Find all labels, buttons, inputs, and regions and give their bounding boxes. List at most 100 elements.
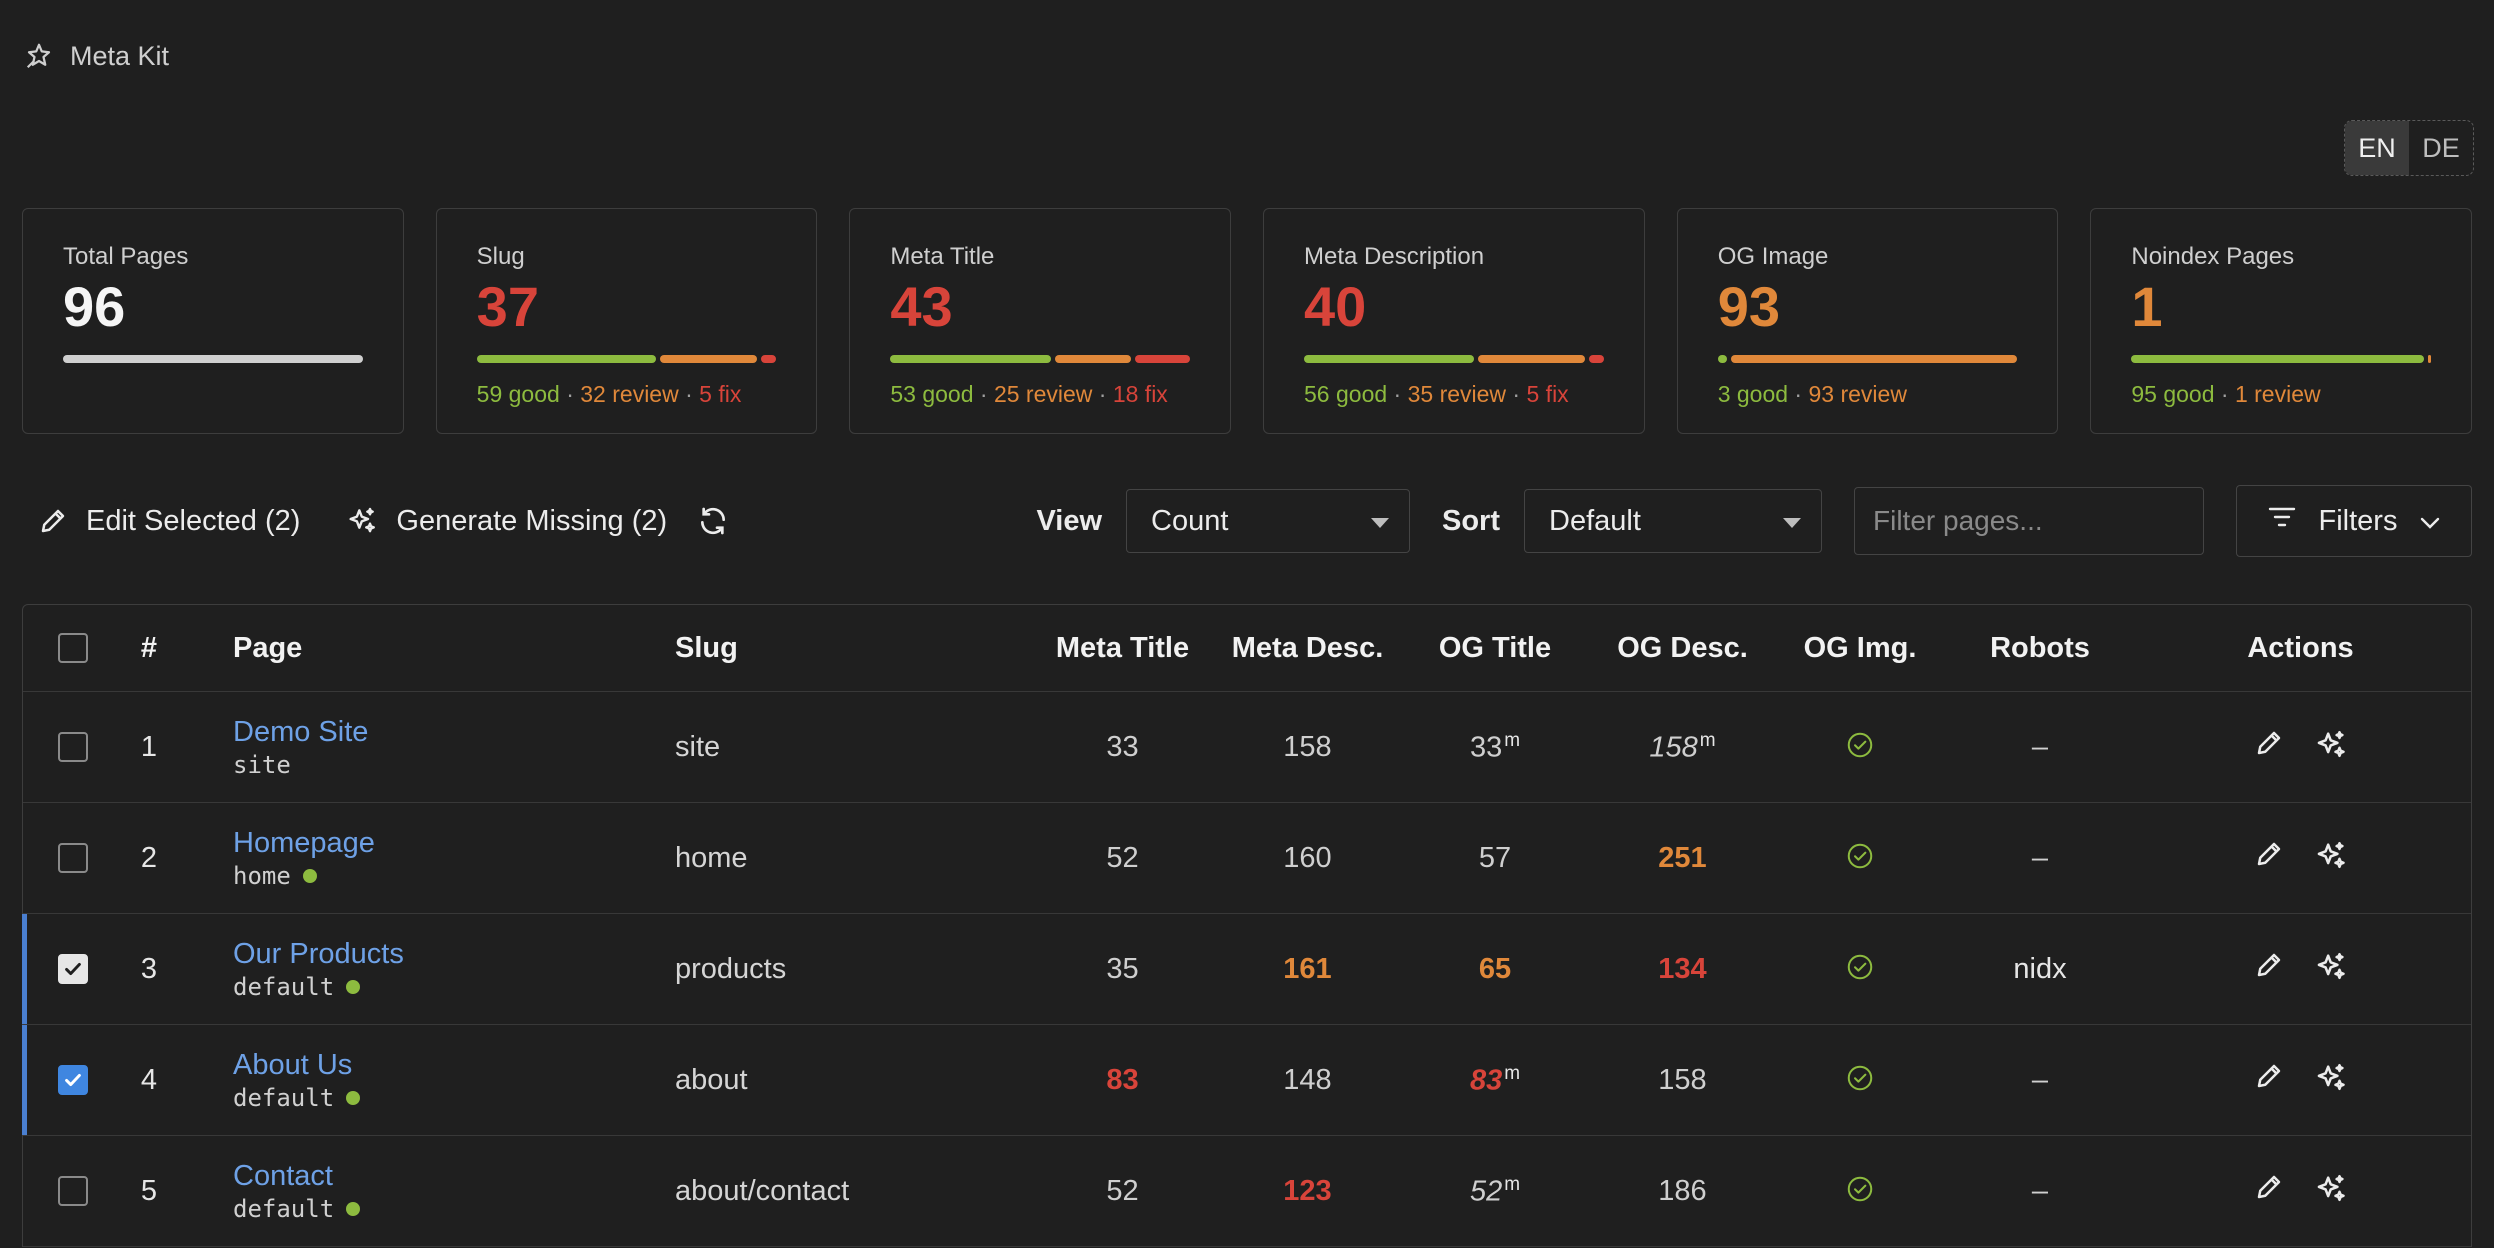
stat-label: Noindex Pages	[2131, 243, 2295, 270]
og-desc-count: 158	[1649, 731, 1698, 764]
table-row[interactable]: 5 Contact default about/contact 52 123 5…	[23, 1136, 2471, 1247]
table-row[interactable]: 4 About Us default about 83 148 83 m 158 …	[21, 1025, 2471, 1136]
generate-missing-button[interactable]: Generate Missing (2)	[346, 505, 667, 538]
lang-en-button[interactable]: EN	[2345, 121, 2409, 175]
stat-value: 1	[2131, 275, 2163, 338]
page-link[interactable]: Contact	[233, 1158, 675, 1194]
col-header-slug[interactable]: Slug	[675, 632, 1025, 665]
lang-de-button[interactable]: DE	[2409, 121, 2473, 175]
col-header-og-title[interactable]: OG Title	[1395, 632, 1595, 665]
manual-marker: m	[1504, 729, 1521, 751]
stat-bar-segment	[1730, 355, 2018, 363]
table-row[interactable]: 2 Homepage home home 52 160 57 251 –	[23, 803, 2471, 914]
stat-legend-item: 25 review	[993, 381, 1093, 407]
table-row[interactable]: 1 Demo Site site site 33 158 33 m 158 m –	[23, 692, 2471, 803]
col-header-page[interactable]: Page	[175, 632, 675, 665]
page-cell: About Us default	[175, 1047, 675, 1113]
meta-title-count: 52	[1106, 1174, 1139, 1207]
slug-cell: home	[675, 841, 748, 874]
refresh-button[interactable]	[697, 505, 729, 537]
check-circle-icon	[1845, 841, 1875, 876]
col-header-meta-title[interactable]: Meta Title	[1025, 632, 1220, 665]
meta-title-count: 52	[1106, 841, 1139, 874]
edit-row-button[interactable]	[2254, 728, 2284, 767]
slug-cell: products	[675, 952, 787, 985]
col-header-num: #	[140, 631, 158, 664]
stat-value: 93	[1717, 275, 1780, 338]
toolbar: Edit Selected (2) Generate Missing (2) V…	[22, 484, 2472, 558]
pencil-icon	[2254, 953, 2284, 984]
row-checkbox[interactable]	[58, 732, 88, 762]
stat-progress-bar	[1304, 355, 1604, 363]
meta-title-count: 83	[1106, 1063, 1139, 1096]
stat-label: Meta Description	[1304, 243, 1485, 270]
row-checkbox[interactable]	[58, 954, 88, 984]
meta-desc-count: 161	[1283, 952, 1332, 985]
generate-row-button[interactable]	[2314, 839, 2348, 878]
generate-row-button[interactable]	[2314, 1061, 2348, 1100]
page-cell: Our Products default	[175, 936, 675, 1002]
sparkle-star-icon	[24, 41, 54, 71]
generate-row-button[interactable]	[2314, 1172, 2348, 1211]
check-circle-icon	[1845, 1174, 1875, 1209]
row-number: 1	[140, 730, 158, 763]
check-circle-icon	[1845, 1063, 1875, 1098]
row-checkbox[interactable]	[58, 1176, 88, 1206]
row-checkbox[interactable]	[58, 1065, 88, 1095]
robots-cell: –	[2031, 841, 2049, 874]
stat-label: OG Image	[1717, 243, 1829, 270]
table-row[interactable]: 3 Our Products default products 35 161 6…	[21, 914, 2471, 1025]
col-header-og-desc[interactable]: OG Desc.	[1595, 632, 1770, 665]
generate-row-button[interactable]	[2314, 728, 2348, 767]
stat-bar-segment	[2131, 355, 2425, 363]
check-circle-icon	[1845, 730, 1875, 765]
stat-legend-separator: ·	[678, 381, 700, 407]
row-checkbox[interactable]	[58, 843, 88, 873]
manual-marker: m	[1504, 1173, 1521, 1195]
table-header-row: # Page Slug Meta Title Meta Desc. OG Tit…	[23, 605, 2471, 692]
stat-legend-separator: ·	[2214, 381, 2235, 407]
stat-value: 96	[63, 275, 126, 338]
edit-selected-button[interactable]: Edit Selected (2)	[38, 505, 300, 538]
page-link[interactable]: Our Products	[233, 936, 675, 972]
page-link[interactable]: About Us	[233, 1047, 675, 1083]
col-header-og-img[interactable]: OG Img.	[1770, 632, 1950, 665]
page-link[interactable]: Demo Site	[233, 714, 675, 750]
stat-card: Total Pages 96	[22, 208, 404, 434]
stat-bar-segment	[890, 355, 1052, 363]
edit-row-button[interactable]	[2254, 1061, 2284, 1100]
filters-button[interactable]: Filters	[2236, 485, 2472, 557]
select-all-checkbox[interactable]	[58, 633, 88, 663]
app-header: Meta Kit	[24, 36, 169, 76]
stat-card: Meta Description 40 56 good · 35 review …	[1263, 208, 1645, 434]
status-dot	[302, 869, 317, 883]
stat-legend-separator: ·	[973, 381, 994, 407]
page-link[interactable]: Homepage	[233, 825, 675, 861]
stat-bar-segment	[1055, 355, 1132, 363]
stat-progress-bar	[2131, 355, 2432, 363]
edit-row-button[interactable]	[2254, 839, 2284, 878]
sort-select[interactable]: Default	[1524, 489, 1822, 553]
col-header-robots[interactable]: Robots	[1950, 632, 2130, 665]
generate-row-button[interactable]	[2314, 950, 2348, 989]
stat-legend: 59 good · 32 review · 5 fix	[477, 381, 742, 408]
refresh-icon	[697, 505, 729, 537]
edit-row-button[interactable]	[2254, 1172, 2284, 1211]
slug-cell: about	[675, 1063, 748, 1096]
chevron-down-icon	[2419, 505, 2441, 538]
pencil-icon	[2254, 1064, 2284, 1095]
filter-pages-input[interactable]	[1854, 487, 2204, 555]
slug-cell: site	[675, 730, 721, 763]
stat-legend-separator: ·	[559, 381, 581, 407]
meta-desc-count: 158	[1283, 730, 1332, 763]
stat-bar-segment	[1135, 355, 1190, 363]
manual-marker: m	[1699, 729, 1716, 751]
col-header-meta-desc[interactable]: Meta Desc.	[1220, 632, 1395, 665]
check-circle-icon	[1845, 952, 1875, 987]
app-title: Meta Kit	[70, 40, 170, 71]
status-dot	[346, 980, 361, 994]
stat-value: 40	[1304, 275, 1367, 338]
edit-row-button[interactable]	[2254, 950, 2284, 989]
stat-bar-segment	[1304, 355, 1475, 363]
view-select[interactable]: Count	[1126, 489, 1410, 553]
